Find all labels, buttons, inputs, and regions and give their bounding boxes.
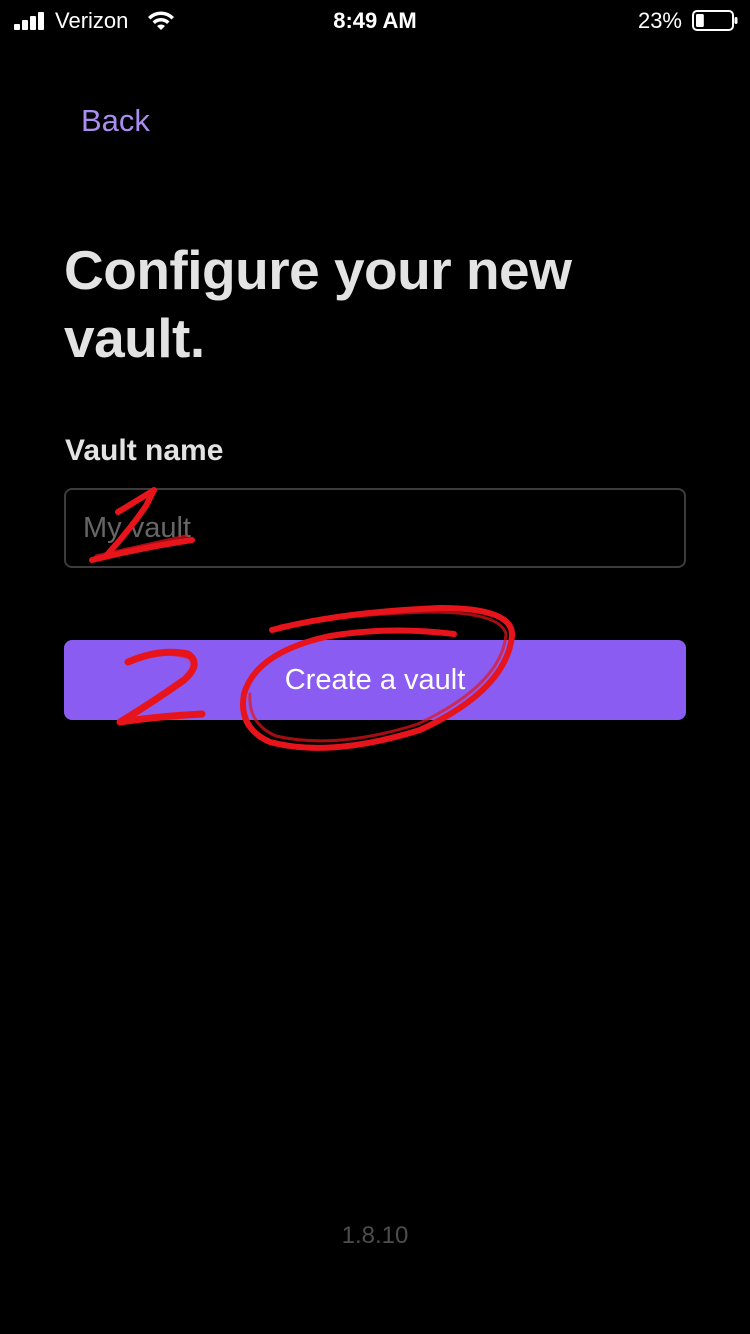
battery-percent: 23% [637,8,682,33]
status-bar: Verizon 8:49 AM 23% [0,0,750,40]
battery-icon [692,10,738,31]
vault-name-input[interactable] [64,488,686,568]
create-vault-button[interactable]: Create a vault [64,640,686,720]
back-button[interactable]: Back [81,103,150,139]
page-title: Configure your new vault. [64,239,572,369]
app-version: 1.8.10 [341,1222,409,1249]
vault-name-label: Vault name [65,434,224,467]
